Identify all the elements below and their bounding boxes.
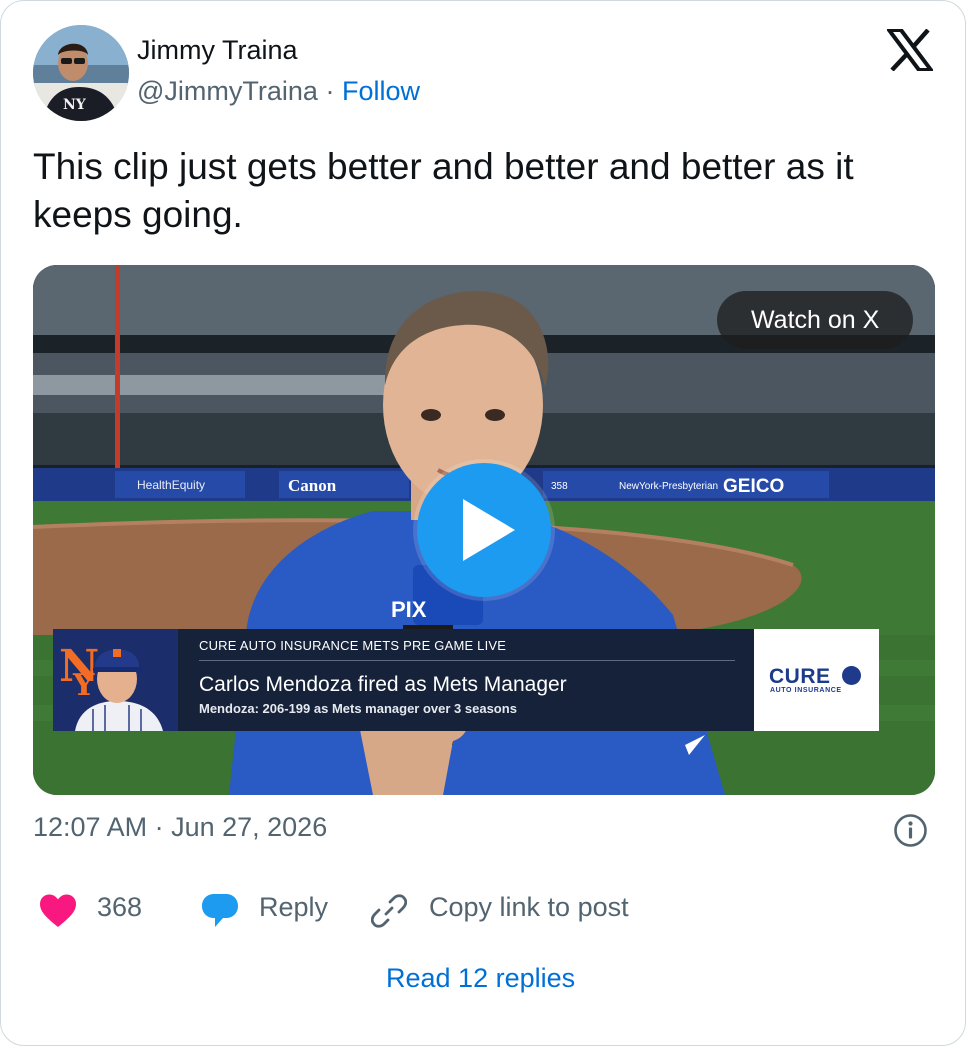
play-icon [463,499,515,561]
like-button[interactable]: 368 [37,885,167,933]
svg-text:Y: Y [72,668,95,703]
svg-text:NY: NY [63,97,87,113]
mic-flag-label: PIX [391,597,427,622]
reply-label: Reply [259,892,329,922]
play-button[interactable] [417,463,551,597]
reply-button[interactable]: Reply [199,885,339,933]
wall-sign-distance: 358 [551,481,568,492]
sponsor-logo: CURE AUTO INSURANCE [754,629,879,731]
follow-button[interactable]: Follow [342,76,420,106]
wall-sign-canon: Canon [288,476,337,495]
wall-sign-nyp: NewYork-Presbyterian [619,481,718,492]
broadcast-lower-third: N Y CURE AUTO INSURANCE METS PRE GAME LI… [53,629,879,731]
lower-third-divider [199,660,735,661]
reply-bubble-icon [202,894,238,927]
lower-third-subline: Mendoza: 206-199 as Mets manager over 3 … [199,701,517,716]
like-count: 368 [97,892,143,922]
embedded-post-card: NY Jimmy Traina @JimmyTraina · Follow Th… [0,0,966,1046]
sponsor-subtitle: AUTO INSURANCE [770,687,842,694]
lower-third-text-panel: CURE AUTO INSURANCE METS PRE GAME LIVE C… [178,629,754,731]
sponsor-mark-icon [842,666,861,685]
author-avatar[interactable]: NY [33,25,129,121]
player-headshot: N Y [53,629,178,731]
video-player[interactable]: HealthEquity Canon 358 NewYork-Presbyter… [33,265,935,795]
x-logo-icon[interactable] [887,29,933,71]
info-icon[interactable] [893,813,928,848]
lower-third-kicker: CURE AUTO INSURANCE METS PRE GAME LIVE [199,638,507,653]
wall-sign-geico: GEICO [723,476,784,497]
link-icon [371,894,407,928]
post-timestamp[interactable]: 12:07 AM · Jun 27, 2026 [33,812,327,843]
read-replies-link[interactable]: Read 12 replies [386,963,575,994]
lower-third-headline: Carlos Mendoza fired as Mets Manager [199,673,567,696]
post-actions-bar: 368 Reply Copy link to post [1,885,965,933]
heart-icon [40,894,76,927]
copy-link-label: Copy link to post [429,892,629,922]
watch-on-x-button[interactable]: Watch on X [717,291,914,349]
wall-sign-healthequity: HealthEquity [137,478,205,492]
author-name[interactable]: Jimmy Traina [137,35,298,66]
handle-separator: · [325,76,335,106]
sponsor-name: CURE [769,665,831,688]
copy-link-button[interactable]: Copy link to post [369,885,649,933]
author-handle-row: @JimmyTraina · Follow [137,76,420,107]
post-text: This clip just gets better and better an… [33,146,854,235]
author-handle[interactable]: @JimmyTraina [137,76,318,106]
